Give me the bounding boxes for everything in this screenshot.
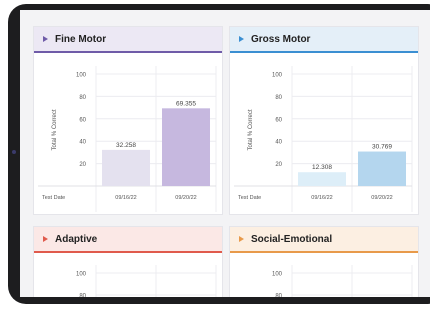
adaptive-chart: 100 80 [76, 265, 217, 298]
y-tick-label: 100 [76, 73, 87, 79]
y-tick-label: 60 [275, 117, 282, 123]
expand-triangle-icon [239, 236, 244, 242]
x-tick-label: 09/16/22 [311, 195, 332, 201]
card-header-adaptive[interactable]: Adaptive [34, 227, 222, 253]
gross-motor-card: Gross Motor 20 40 60 80 100 Total % Correct 12… [229, 26, 419, 215]
adaptive-card: Adaptive 100 80 [33, 226, 223, 297]
card-title: Social-Emotional [251, 233, 333, 245]
expand-triangle-icon [43, 236, 48, 242]
y-tick-label: 100 [76, 272, 87, 278]
y-tick-label: 100 [272, 73, 283, 79]
bar [358, 151, 406, 186]
y-axis-title: Total % Correct [248, 109, 254, 150]
bar-value-label: 69.355 [176, 100, 196, 107]
x-tick-label: 09/16/22 [115, 195, 136, 201]
y-tick-label: 80 [79, 95, 86, 101]
bar [162, 108, 210, 186]
y-tick-label: 20 [79, 162, 86, 168]
expand-triangle-icon [239, 36, 244, 42]
bar-value-label: 12.308 [312, 164, 332, 171]
screen: Fine Motor 20 40 60 80 100 Total % Correct 32.… [20, 10, 430, 297]
card-title: Gross Motor [251, 33, 311, 45]
gross-motor-chart: 20 40 60 80 100 Total % Correct 12.308 09/16/22… [234, 66, 413, 212]
x-tick-label: 09/20/22 [175, 195, 196, 201]
social-emotional-card: Social-Emotional 100 80 [229, 226, 419, 297]
card-header-gross-motor[interactable]: Gross Motor [230, 27, 418, 53]
y-tick-label: 80 [79, 294, 86, 298]
y-tick-label: 80 [275, 294, 282, 298]
card-header-social-emotional[interactable]: Social-Emotional [230, 227, 418, 253]
y-axis-title: Total % Correct [52, 109, 58, 150]
card-header-fine-motor[interactable]: Fine Motor [34, 27, 222, 53]
fine-motor-chart: 20 40 60 80 100 Total % Correct 32.258 09/16/22… [38, 66, 217, 212]
x-axis-title: Test Date [238, 195, 261, 201]
bar-value-label: 30.769 [372, 144, 392, 151]
bar [298, 172, 346, 186]
y-tick-label: 80 [275, 95, 282, 101]
fine-motor-card: Fine Motor 20 40 60 80 100 Total % Correct 32.… [33, 26, 223, 215]
expand-triangle-icon [43, 36, 48, 42]
card-title: Fine Motor [55, 33, 107, 45]
bar [102, 149, 150, 186]
y-tick-label: 40 [275, 140, 282, 146]
y-tick-label: 20 [275, 162, 282, 168]
bar-value-label: 32.258 [116, 142, 136, 149]
x-tick-label: 09/20/22 [371, 195, 392, 201]
social-emotional-chart: 100 80 [272, 265, 413, 298]
card-title: Adaptive [55, 233, 98, 245]
y-tick-label: 40 [79, 140, 86, 146]
y-tick-label: 60 [79, 117, 86, 123]
y-tick-label: 100 [272, 272, 283, 278]
x-axis-title: Test Date [42, 195, 65, 201]
camera-dot [12, 150, 16, 154]
